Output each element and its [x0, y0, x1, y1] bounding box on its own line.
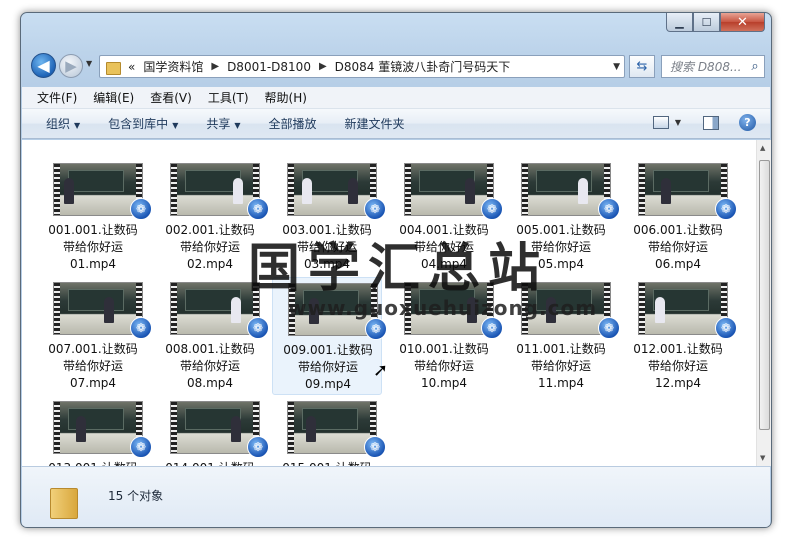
breadcrumb-separator-icon[interactable]: ▶ — [319, 61, 327, 72]
thumbnail-person — [302, 178, 312, 204]
thumbnail-person — [233, 178, 243, 204]
thumbnail-blackboard — [68, 170, 124, 192]
menu-edit[interactable]: 编辑(E) — [93, 89, 134, 106]
file-item[interactable]: ❁ 007.001.让数码 带给你好运 07.mp4 — [38, 277, 152, 395]
address-dropdown-icon[interactable]: ▼ — [613, 62, 620, 72]
folder-icon — [50, 485, 80, 519]
thumbnail-person — [655, 297, 665, 323]
command-bar: 组织 ▼ 包含到库中 ▼ 共享 ▼ 全部播放 新建文件夹 ▼ ? — [22, 109, 770, 139]
watermark-url: www.guoxuehuizong.com — [288, 296, 598, 320]
thumbnail-person — [578, 178, 588, 204]
breadcrumb-item[interactable]: D8001-D8100 — [227, 60, 311, 74]
address-bar[interactable]: « 国学资料馆 ▶ D8001-D8100 ▶ D8084 董镜波八卦奇门号码天… — [99, 55, 625, 78]
item-count: 15 个对象 — [108, 489, 164, 503]
media-player-icon: ❁ — [598, 317, 620, 339]
file-name: 006.001.让数码 带给你好运 06.mp4 — [633, 223, 723, 271]
view-options-dropdown-icon[interactable]: ▼ — [675, 118, 681, 127]
breadcrumb-item[interactable]: D8084 董镜波八卦奇门号码天下 — [335, 58, 511, 75]
breadcrumb-overflow[interactable]: « — [128, 60, 135, 74]
media-player-icon: ❁ — [715, 198, 737, 220]
minimize-button[interactable]: ▁ — [666, 13, 693, 32]
thumbnail-person — [348, 178, 358, 204]
mouse-cursor-icon: ➚ — [373, 360, 389, 381]
menu-tools[interactable]: 工具(T) — [208, 89, 249, 106]
media-player-icon: ❁ — [715, 317, 737, 339]
media-player-icon: ❁ — [481, 198, 503, 220]
change-view-icon[interactable] — [652, 116, 669, 129]
thumbnail-person — [661, 178, 671, 204]
thumbnail-person — [104, 297, 114, 323]
file-item[interactable]: ❁ 001.001.让数码 带给你好运 01.mp4 — [38, 158, 152, 276]
search-input[interactable]: 搜索 D808... ⌕ — [661, 55, 765, 78]
share-button[interactable]: 共享 ▼ — [206, 115, 240, 132]
include-in-library-button[interactable]: 包含到库中 ▼ — [108, 115, 178, 132]
new-folder-button[interactable]: 新建文件夹 — [345, 115, 405, 132]
thumbnail-person — [231, 416, 241, 442]
help-icon[interactable]: ? — [739, 114, 756, 131]
close-button[interactable]: ✕ — [720, 13, 765, 32]
forward-button[interactable]: ▶ — [59, 54, 83, 78]
file-name: 009.001.让数码 带给你好运 09.mp4 — [283, 343, 373, 391]
media-player-icon: ❁ — [598, 198, 620, 220]
refresh-button[interactable]: ⇆ — [629, 55, 655, 78]
breadcrumb-item[interactable]: 国学资料馆 — [143, 58, 203, 75]
menu-help[interactable]: 帮助(H) — [265, 89, 307, 106]
folder-icon — [104, 60, 122, 75]
search-icon[interactable]: ⌕ — [746, 59, 764, 74]
preview-pane-icon[interactable] — [703, 115, 719, 130]
details-pane: 15 个对象 — [22, 466, 770, 527]
file-item[interactable]: ❁ 012.001.让数码 带给你好运 12.mp4 — [623, 277, 737, 395]
media-player-icon: ❁ — [130, 317, 152, 339]
media-player-icon: ❁ — [247, 198, 269, 220]
file-item[interactable]: ❁ 006.001.让数码 带给你好运 06.mp4 — [623, 158, 737, 276]
search-placeholder: 搜索 D808... — [670, 60, 742, 74]
media-player-icon: ❁ — [130, 198, 152, 220]
file-name: 008.001.让数码 带给你好运 08.mp4 — [165, 342, 255, 390]
navigation-bar: ◀ ▶ ▼ « 国学资料馆 ▶ D8001-D8100 ▶ D8084 董镜波八… — [29, 51, 765, 81]
command-bar-right: ▼ ? — [652, 114, 756, 131]
maximize-button[interactable]: ☐ — [693, 13, 720, 32]
file-name: 011.001.让数码 带给你好运 11.mp4 — [516, 342, 606, 390]
file-name: 001.001.让数码 带给你好运 01.mp4 — [48, 223, 138, 271]
thumbnail-person — [64, 178, 74, 204]
back-button[interactable]: ◀ — [31, 53, 56, 78]
scroll-down-icon[interactable]: ▼ — [760, 454, 765, 462]
play-all-button[interactable]: 全部播放 — [269, 115, 317, 132]
vertical-scrollbar[interactable]: ▲ ▼ — [756, 140, 771, 466]
media-player-icon: ❁ — [247, 436, 269, 458]
organize-button[interactable]: 组织 ▼ — [46, 115, 80, 132]
media-player-icon: ❁ — [365, 318, 387, 340]
thumbnail-person — [465, 178, 475, 204]
thumbnail-person — [306, 416, 316, 442]
menu-file[interactable]: 文件(F) — [37, 89, 77, 106]
menu-view[interactable]: 查看(V) — [150, 89, 192, 106]
file-name: 010.001.让数码 带给你好运 10.mp4 — [399, 342, 489, 390]
menu-bar: 文件(F) 编辑(E) 查看(V) 工具(T) 帮助(H) — [22, 87, 770, 109]
watermark-text: 国学汇总站 — [248, 238, 549, 299]
file-name: 012.001.让数码 带给你好运 12.mp4 — [633, 342, 723, 390]
scrollbar-thumb[interactable] — [759, 160, 770, 430]
thumbnail-person — [76, 416, 86, 442]
breadcrumb-separator-icon[interactable]: ▶ — [211, 61, 219, 72]
media-player-icon: ❁ — [130, 436, 152, 458]
caption-buttons: ▁ ☐ ✕ — [666, 13, 765, 32]
media-player-icon: ❁ — [481, 317, 503, 339]
media-player-icon: ❁ — [364, 198, 386, 220]
thumbnail-person — [231, 297, 241, 323]
media-player-icon: ❁ — [247, 317, 269, 339]
media-player-icon: ❁ — [364, 436, 386, 458]
recent-pages-button[interactable]: ▼ — [86, 59, 92, 68]
thumbnail-blackboard — [68, 289, 124, 311]
file-name: 007.001.让数码 带给你好运 07.mp4 — [48, 342, 138, 390]
scroll-up-icon[interactable]: ▲ — [760, 144, 765, 152]
